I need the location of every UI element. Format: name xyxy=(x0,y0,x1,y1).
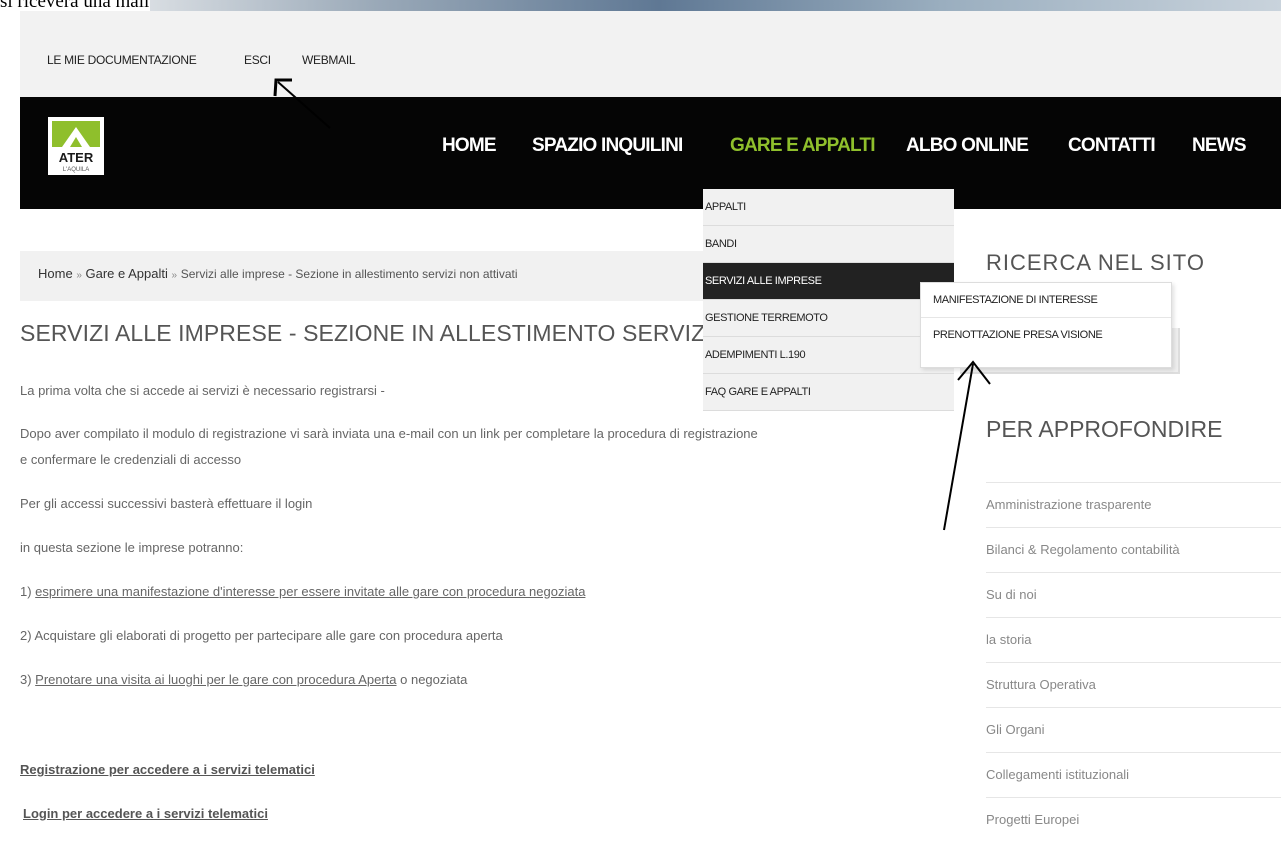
annotation-arrows xyxy=(273,78,991,531)
arrow-icon xyxy=(943,360,991,531)
arrow-icon xyxy=(273,78,331,129)
